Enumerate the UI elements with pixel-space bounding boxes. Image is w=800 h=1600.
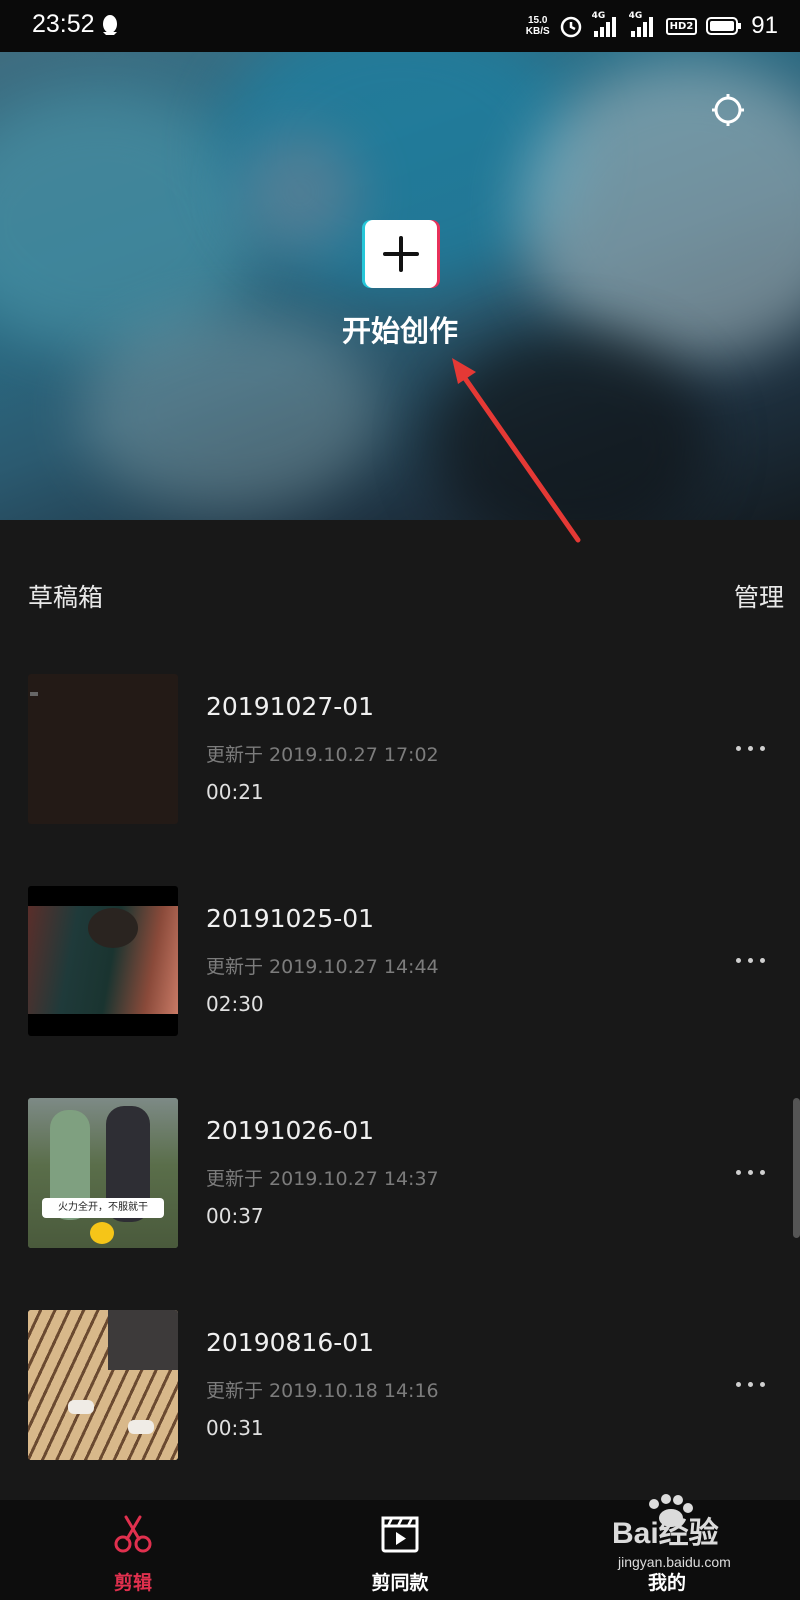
status-bar: 23:52 15.0 KB/S 4G 4G HD2 91 xyxy=(0,0,800,52)
draft-updated-time: 更新于 2019.10.18 14:16 xyxy=(206,1380,439,1402)
draft-duration: 00:31 xyxy=(206,1416,264,1440)
create-button[interactable] xyxy=(360,220,440,288)
draft-thumbnail: 火力全开，不服就干 xyxy=(28,1098,178,1248)
draft-thumbnail xyxy=(28,886,178,1036)
create-label[interactable]: 开始创作 xyxy=(0,308,800,350)
more-options-icon[interactable] xyxy=(736,1160,770,1184)
draft-duration: 00:37 xyxy=(206,1204,264,1228)
clapperboard-play-icon xyxy=(381,1516,419,1553)
battery-icon xyxy=(706,17,742,35)
draft-duration: 00:21 xyxy=(206,780,264,804)
draft-duration: 02:30 xyxy=(206,992,264,1016)
drafts-title: 草稿箱 xyxy=(28,583,104,612)
watermark-sub: jingyan.baidu.com xyxy=(618,1554,731,1570)
manage-button[interactable]: 管理 xyxy=(734,578,784,614)
draft-thumbnail xyxy=(28,674,178,824)
speed-value: 15.0 xyxy=(527,15,548,26)
baidu-jingyan-watermark: Bai经验 jingyan.baidu.com xyxy=(612,1494,792,1582)
signal-strength-icon: 4G xyxy=(592,11,620,39)
draft-thumbnail xyxy=(28,1310,178,1460)
draft-name: 20191026-01 xyxy=(206,1116,375,1145)
network-speed: 15.0 KB/S xyxy=(526,15,550,37)
draft-item[interactable]: 20191027-01 更新于 2019.10.27 17:02 00:21 xyxy=(0,674,800,826)
scrollbar[interactable] xyxy=(793,1098,800,1238)
scissors-icon xyxy=(114,1515,152,1553)
more-options-icon[interactable] xyxy=(736,736,770,760)
qq-penguin-icon xyxy=(103,15,117,35)
status-icons: 15.0 KB/S 4G 4G HD2 91 xyxy=(526,8,778,44)
draft-item[interactable]: 火力全开，不服就干 20191026-01 更新于 2019.10.27 14:… xyxy=(0,1098,800,1250)
watermark-main: Bai经验 xyxy=(612,1517,719,1550)
draft-updated-time: 更新于 2019.10.27 14:44 xyxy=(206,956,439,978)
more-options-icon[interactable] xyxy=(736,948,770,972)
signal-strength-icon-2: 4G xyxy=(629,11,657,39)
draft-name: 20191025-01 xyxy=(206,904,375,933)
alarm-clock-icon xyxy=(560,16,581,38)
nav-item-edit[interactable]: 剪辑 xyxy=(33,1500,233,1600)
plus-icon xyxy=(362,220,440,288)
status-time: 23:52 xyxy=(32,10,95,38)
more-options-icon[interactable] xyxy=(736,1372,770,1396)
battery-level: 91 xyxy=(751,12,778,39)
draft-item[interactable]: 20191025-01 更新于 2019.10.27 14:44 02:30 xyxy=(0,886,800,1038)
draft-item[interactable]: 20190816-01 更新于 2019.10.18 14:16 00:31 xyxy=(0,1310,800,1462)
draft-updated-time: 更新于 2019.10.27 14:37 xyxy=(206,1168,439,1190)
nav-label-edit: 剪辑 xyxy=(113,1572,152,1594)
draft-name: 20190816-01 xyxy=(206,1328,375,1357)
nav-item-templates[interactable]: 剪同款 xyxy=(300,1500,500,1600)
nav-label-templates: 剪同款 xyxy=(371,1572,429,1594)
settings-gear-icon[interactable] xyxy=(710,92,746,128)
hd-voice-icon: HD2 xyxy=(665,17,698,35)
draft-name: 20191027-01 xyxy=(206,692,375,721)
draft-updated-time: 更新于 2019.10.27 17:02 xyxy=(206,744,439,766)
thumbnail-caption: 火力全开，不服就干 xyxy=(42,1198,164,1218)
speed-unit: KB/S xyxy=(525,26,550,37)
hero-banner: 开始创作 xyxy=(0,52,800,520)
